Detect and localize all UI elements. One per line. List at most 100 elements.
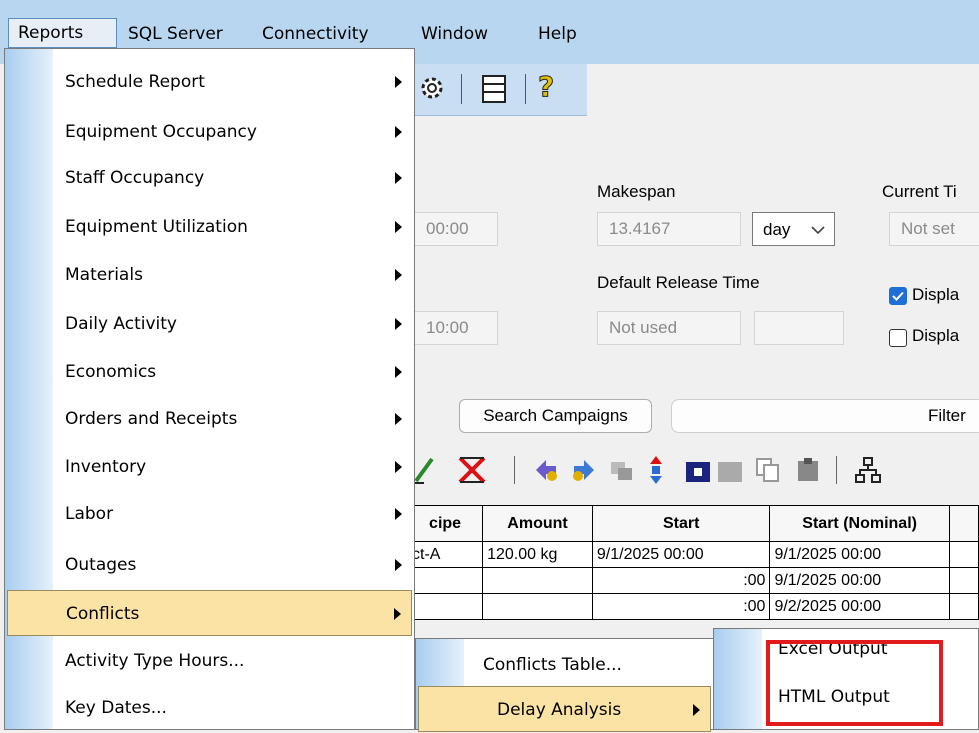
cell-start-nominal[interactable]: 9/1/2025 00:00	[769, 567, 950, 594]
menu-item-equipment-occupancy[interactable]: Equipment Occupancy	[7, 109, 412, 155]
menu-item-staff-occupancy[interactable]: Staff Occupancy	[7, 155, 412, 201]
checkmark-icon	[892, 291, 904, 301]
cell-recipe[interactable]	[406, 593, 484, 620]
database-icon[interactable]	[479, 73, 509, 110]
menu-item-equipment-utilization[interactable]: Equipment Utilization	[7, 204, 412, 250]
folder-icon[interactable]	[684, 456, 712, 484]
menu-item-orders-and-receipts[interactable]: Orders and Receipts	[7, 396, 412, 442]
column-header-extra[interactable]	[948, 505, 979, 542]
cell-extra[interactable]	[948, 541, 979, 568]
column-header-start-nominal[interactable]: Start (Nominal)	[769, 505, 950, 542]
display-label-1: Displa	[912, 285, 960, 304]
menu-stripe	[714, 629, 762, 729]
menu-item-label: Conflicts	[66, 604, 140, 624]
menu-item-label: Labor	[65, 504, 114, 524]
menu-item-label: Delay Analysis	[497, 700, 622, 720]
grid-toolbar	[410, 450, 979, 490]
copy-icon[interactable]	[754, 456, 782, 484]
menu-item-delay-analysis[interactable]: Delay Analysis	[418, 686, 711, 732]
menu-item-economics[interactable]: Economics	[7, 349, 412, 395]
conflicts-submenu: Conflicts Table... Delay Analysis	[415, 638, 714, 732]
default-release-field[interactable]: Not used	[597, 311, 741, 345]
cell-extra[interactable]	[948, 567, 979, 594]
menu-sql-server[interactable]: SQL Server	[128, 22, 223, 48]
submenu-arrow-icon	[395, 269, 402, 281]
menu-item-materials[interactable]: Materials	[7, 252, 412, 298]
schedule-grid: cipe Amount Start Start (Nominal) ct-A 1…	[406, 505, 979, 620]
cell-amount[interactable]	[482, 567, 593, 594]
help-icon[interactable]: ?	[537, 70, 554, 104]
column-header-amount[interactable]: Amount	[482, 505, 593, 542]
cell-amount[interactable]	[482, 593, 593, 620]
cell-start[interactable]: 9/1/2025 00:00	[591, 541, 771, 568]
move-down-icon[interactable]	[532, 456, 560, 484]
column-header-recipe[interactable]: cipe	[406, 505, 484, 542]
makespan-label: Makespan	[597, 182, 676, 201]
menu-item-label: Economics	[65, 362, 157, 382]
toolbar-separator	[836, 456, 837, 484]
column-header-start[interactable]: Start	[591, 505, 771, 542]
menu-help[interactable]: Help	[538, 22, 577, 48]
move-up-icon[interactable]	[570, 456, 598, 484]
submenu-arrow-icon	[394, 608, 401, 620]
menu-item-schedule-report[interactable]: Schedule Report	[7, 59, 412, 105]
current-time-field[interactable]: Not set	[889, 212, 979, 246]
table-row[interactable]: :00 9/1/2025 00:00	[406, 567, 979, 594]
toolbar-separator	[514, 456, 515, 484]
menu-item-key-dates[interactable]: Key Dates...	[7, 685, 412, 731]
menu-item-daily-activity[interactable]: Daily Activity	[7, 301, 412, 347]
hierarchy-icon[interactable]	[854, 456, 882, 484]
menu-item-labor[interactable]: Labor	[7, 491, 412, 537]
menu-item-label: Daily Activity	[65, 314, 177, 334]
menu-item-label: Staff Occupancy	[65, 168, 205, 188]
default-release-extra-field[interactable]	[754, 311, 844, 345]
submenu-arrow-icon	[395, 172, 402, 184]
time-field-2[interactable]: 10:00	[414, 311, 498, 345]
table-row[interactable]: :00 9/2/2025 00:00	[406, 593, 979, 620]
display-checkbox-1[interactable]	[889, 287, 907, 305]
cell-recipe[interactable]: ct-A	[406, 541, 484, 568]
menu-item-outages[interactable]: Outages	[7, 542, 412, 588]
search-campaigns-button[interactable]: Search Campaigns	[459, 399, 652, 433]
table-row[interactable]: ct-A 120.00 kg 9/1/2025 00:00 9/1/2025 0…	[406, 541, 979, 568]
cell-start[interactable]: :00	[591, 593, 771, 620]
filter-label: Filter	[928, 406, 966, 425]
submenu-arrow-icon	[395, 76, 402, 88]
menu-connectivity[interactable]: Connectivity	[262, 22, 369, 48]
cell-start[interactable]: :00	[591, 567, 771, 594]
menu-window[interactable]: Window	[421, 22, 488, 48]
menu-item-activity-type-hours[interactable]: Activity Type Hours...	[7, 638, 412, 684]
menu-item-label: Inventory	[65, 457, 147, 477]
copy-row-icon[interactable]	[608, 456, 636, 484]
menu-item-label: Activity Type Hours...	[65, 651, 245, 671]
paste-icon[interactable]	[794, 456, 822, 484]
current-time-label: Current Ti	[882, 182, 957, 201]
makespan-field[interactable]: 13.4167	[597, 212, 741, 246]
menu-item-conflicts-table[interactable]: Conflicts Table...	[418, 642, 711, 688]
time-field-1[interactable]: 00:00	[414, 212, 498, 246]
delete-icon[interactable]	[456, 454, 488, 486]
cell-amount[interactable]: 120.00 kg	[482, 541, 593, 568]
submenu-arrow-icon	[693, 704, 700, 716]
submenu-arrow-icon	[395, 126, 402, 138]
cell-recipe[interactable]	[406, 567, 484, 594]
cell-extra[interactable]	[948, 593, 979, 620]
filter-box[interactable]: Filter	[671, 399, 979, 433]
folder-open-icon[interactable]	[716, 456, 744, 484]
submenu-arrow-icon	[395, 413, 402, 425]
cell-start-nominal[interactable]: 9/1/2025 00:00	[769, 541, 950, 568]
menu-item-label: Conflicts Table...	[483, 655, 622, 675]
makespan-unit-select[interactable]: day	[752, 212, 835, 246]
swap-icon[interactable]	[644, 454, 668, 486]
settings-icon[interactable]	[416, 72, 448, 109]
menu-item-inventory[interactable]: Inventory	[7, 444, 412, 490]
menu-item-conflicts[interactable]: Conflicts	[7, 590, 412, 636]
menu-item-label: Equipment Utilization	[65, 217, 248, 237]
submenu-arrow-icon	[395, 559, 402, 571]
display-checkbox-2[interactable]	[889, 329, 907, 347]
menu-item-label: Outages	[65, 555, 137, 575]
chevron-down-icon	[811, 226, 825, 235]
menu-reports[interactable]: Reports	[8, 18, 117, 48]
submenu-arrow-icon	[395, 221, 402, 233]
cell-start-nominal[interactable]: 9/2/2025 00:00	[769, 593, 950, 620]
